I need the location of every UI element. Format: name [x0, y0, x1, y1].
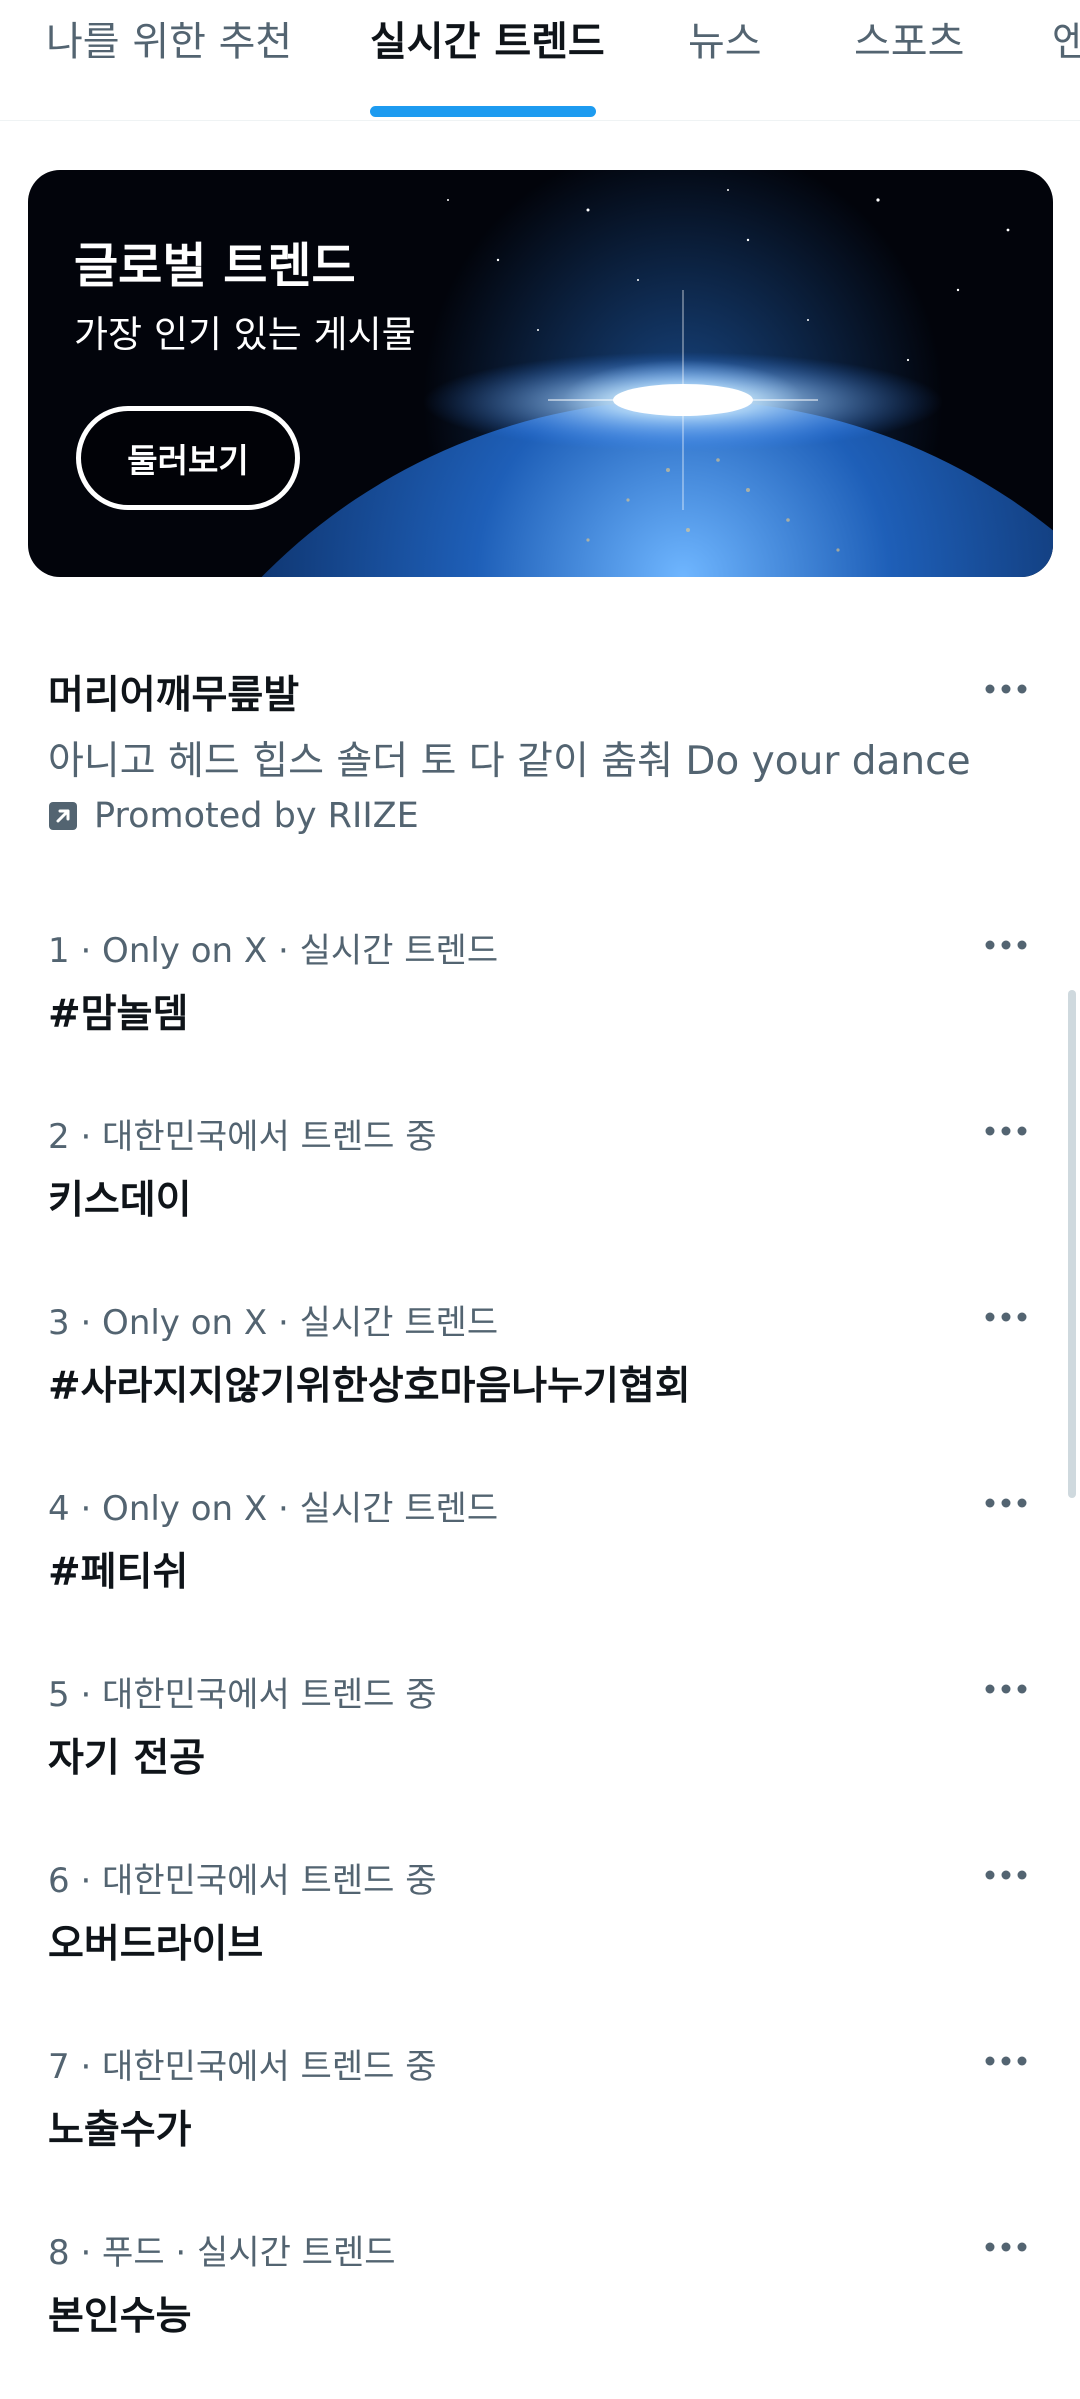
- trend-item[interactable]: 8 · 푸드 · 실시간 트렌드 본인수능: [0, 2207, 1080, 2393]
- trend-item[interactable]: 3 · Only on X · 실시간 트렌드 #사라지지않기위한상호마음나누기…: [0, 1277, 1080, 1463]
- trend-name: 오버드라이브: [48, 1922, 264, 1967]
- promoted-by-line: Promoted by RIIZE: [48, 796, 419, 836]
- explore-tab-bar: 나를 위한 추천 실시간 트렌드 뉴스 스포츠 엔: [0, 0, 1080, 121]
- more-dots-icon: [985, 1684, 1027, 1694]
- banner-subtitle: 가장 인기 있는 게시물: [74, 313, 416, 356]
- promoted-trend-description: 아니고 헤드 힙스 숄더 토 다 같이 춤춰 Do your dance: [48, 739, 971, 784]
- trend-meta: 8 · 푸드 · 실시간 트렌드: [48, 2233, 396, 2273]
- tab-entertainment[interactable]: 엔: [1052, 14, 1080, 84]
- more-options-button[interactable]: [966, 1103, 1046, 1159]
- trend-meta: 2 · 대한민국에서 트렌드 중: [48, 1117, 437, 1157]
- trend-meta: 6 · 대한민국에서 트렌드 중: [48, 1861, 437, 1901]
- scrollbar[interactable]: [1068, 990, 1076, 1498]
- promoted-by-label: Promoted by RIIZE: [94, 796, 419, 836]
- promoted-arrow-icon: [49, 802, 77, 830]
- more-dots-icon: [985, 2056, 1027, 2066]
- more-dots-icon: [985, 684, 1027, 694]
- trend-name: #맘놀뎀: [48, 992, 189, 1037]
- more-options-button[interactable]: [966, 661, 1046, 717]
- promoted-trend[interactable]: 머리어깨무릎발 아니고 헤드 힙스 숄더 토 다 같이 춤춰 Do your d…: [0, 650, 1080, 860]
- trend-meta: 3 · Only on X · 실시간 트렌드: [48, 1303, 499, 1343]
- global-trends-banner[interactable]: 글로벌 트렌드 가장 인기 있는 게시물 둘러보기: [28, 170, 1053, 577]
- more-dots-icon: [985, 940, 1027, 950]
- trend-name: 자기 전공: [48, 1736, 206, 1781]
- more-options-button[interactable]: [966, 2033, 1046, 2089]
- tab-trending[interactable]: 실시간 트렌드: [370, 14, 605, 84]
- trend-item[interactable]: 2 · 대한민국에서 트렌드 중 키스데이: [0, 1091, 1080, 1277]
- more-options-button[interactable]: [966, 1475, 1046, 1531]
- more-options-button[interactable]: [966, 1289, 1046, 1345]
- tab-for-you[interactable]: 나를 위한 추천: [46, 14, 292, 84]
- trend-meta: 1 · Only on X · 실시간 트렌드: [48, 931, 499, 971]
- trend-item[interactable]: 6 · 대한민국에서 트렌드 중 오버드라이브: [0, 1835, 1080, 2021]
- more-options-button[interactable]: [966, 2219, 1046, 2275]
- more-options-button[interactable]: [966, 1661, 1046, 1717]
- trend-item[interactable]: 1 · Only on X · 실시간 트렌드 #맘놀뎀: [0, 905, 1080, 1091]
- trend-meta: 4 · Only on X · 실시간 트렌드: [48, 1489, 499, 1529]
- active-tab-indicator: [370, 106, 596, 117]
- trend-item[interactable]: 7 · 대한민국에서 트렌드 중 노출수가: [0, 2021, 1080, 2207]
- tab-news[interactable]: 뉴스: [688, 14, 762, 84]
- trend-name: 키스데이: [48, 1178, 192, 1223]
- more-options-button[interactable]: [966, 1847, 1046, 1903]
- banner-title: 글로벌 트렌드: [74, 238, 356, 294]
- trend-name: 본인수능: [48, 2294, 192, 2339]
- trend-meta: 5 · 대한민국에서 트렌드 중: [48, 1675, 437, 1715]
- explore-button[interactable]: 둘러보기: [76, 406, 300, 510]
- tab-sports[interactable]: 스포츠: [854, 14, 964, 84]
- more-dots-icon: [985, 1870, 1027, 1880]
- more-dots-icon: [985, 1312, 1027, 1322]
- more-dots-icon: [985, 1126, 1027, 1136]
- trend-name: 노출수가: [48, 2108, 192, 2153]
- trend-meta: 7 · 대한민국에서 트렌드 중: [48, 2047, 437, 2087]
- more-options-button[interactable]: [966, 917, 1046, 973]
- more-dots-icon: [985, 2242, 1027, 2252]
- promoted-trend-title: 머리어깨무릎발: [48, 673, 300, 718]
- trend-name: #사라지지않기위한상호마음나누기협회: [48, 1364, 691, 1409]
- more-dots-icon: [985, 1498, 1027, 1508]
- trend-name: #페티쉬: [48, 1550, 189, 1595]
- trend-item[interactable]: 5 · 대한민국에서 트렌드 중 자기 전공: [0, 1649, 1080, 1835]
- trend-item[interactable]: 4 · Only on X · 실시간 트렌드 #페티쉬: [0, 1463, 1080, 1649]
